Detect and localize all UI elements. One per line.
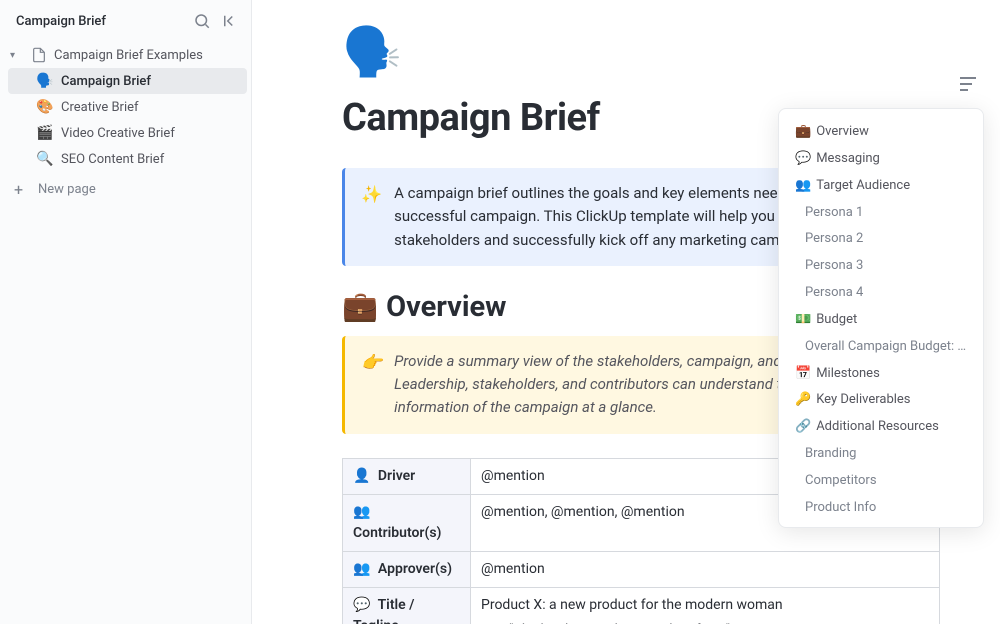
page-emoji-icon: 🎨 <box>36 99 54 115</box>
toc-label: Persona 4 <box>805 285 863 300</box>
table-row: 👥 Approver(s)@mention <box>343 551 940 587</box>
toc-emoji-icon: 📅 <box>795 366 811 381</box>
list-item: "The hardest-working product for X" <box>509 620 929 624</box>
toc-item[interactable]: 🔑 Key Deliverables <box>785 387 977 414</box>
table-label-cell: 👥 Contributor(s) <box>343 494 471 551</box>
table-row: 💬 Title / TaglineProduct X: a new produc… <box>343 587 940 624</box>
toc-item[interactable]: 💬 Messaging <box>785 146 977 173</box>
toc-label: Persona 2 <box>805 231 863 246</box>
page-tree: ▾ Campaign Brief Examples 🗣️Campaign Bri… <box>0 38 251 172</box>
page-emoji-icon: 🗣️ <box>36 73 54 89</box>
toc-label: Target Audience <box>816 178 910 193</box>
pointing-right-icon: 👉 <box>361 350 382 420</box>
toc-label: Budget <box>816 312 857 327</box>
toc-label: Persona 3 <box>805 258 863 273</box>
row-label: Contributor(s) <box>353 525 441 541</box>
tree-item-label: Video Creative Brief <box>61 126 175 141</box>
table-label-cell: 👥 Approver(s) <box>343 551 471 587</box>
row-label: Approver(s) <box>378 561 452 577</box>
tree-item-label: SEO Content Brief <box>61 152 164 167</box>
row-label: Driver <box>378 468 415 484</box>
tree-item-label: Creative Brief <box>61 100 139 115</box>
toc-label: Milestones <box>816 366 880 381</box>
table-value-cell[interactable]: Product X: a new product for the modern … <box>471 587 940 624</box>
toc-label: Key Deliverables <box>816 392 910 407</box>
toc-item[interactable]: 📅 Milestones <box>785 361 977 388</box>
toc-label: Overview <box>816 124 869 139</box>
toc-item[interactable]: 👥 Target Audience <box>785 173 977 200</box>
sidebar-child-item[interactable]: 🔍 SEO Content Brief <box>8 146 247 172</box>
search-icon[interactable] <box>193 12 211 30</box>
sidebar: Campaign Brief ▾ Campaign Brief Examples… <box>0 0 252 624</box>
page-emoji-icon: 🎬 <box>36 125 54 141</box>
row-emoji-icon: 👥 <box>353 504 370 520</box>
main-content: 💼 Overview 💬 Messaging 👥 Target Audience Perso… <box>252 0 1000 624</box>
sparkles-icon: ✨ <box>361 182 382 252</box>
briefcase-icon: 💼 <box>342 290 378 324</box>
toc-item[interactable]: 🔗 Additional Resources <box>785 414 977 441</box>
tree-item-label: Campaign Brief <box>61 74 151 89</box>
toc-emoji-icon: 🔑 <box>795 392 811 407</box>
toc-item[interactable]: Creative Assets <box>785 522 977 528</box>
sidebar-child-item[interactable]: 🗣️ Campaign Brief <box>8 68 247 94</box>
toc-label: Creative Assets <box>805 527 895 528</box>
table-value-cell[interactable]: @mention <box>471 551 940 587</box>
tree-item-label: Campaign Brief Examples <box>54 48 203 63</box>
toc-item[interactable]: 💼 Overview <box>785 119 977 146</box>
page-emoji[interactable]: 🗣️ <box>342 28 940 76</box>
bullet-list: "The hardest-working product for X""The … <box>509 620 929 624</box>
toc-emoji-icon: 💵 <box>795 312 811 327</box>
table-label-cell: 💬 Title / Tagline <box>343 587 471 624</box>
new-page-button[interactable]: + New page <box>0 172 251 207</box>
new-page-label: New page <box>38 182 96 197</box>
toc-label: Additional Resources <box>816 419 939 434</box>
table-label-cell: 👤 Driver <box>343 458 471 494</box>
row-emoji-icon: 👥 <box>353 561 370 577</box>
caret-down-icon: ▾ <box>10 50 24 61</box>
tree-parent-item[interactable]: ▾ Campaign Brief Examples <box>8 42 247 68</box>
toc-label: Branding <box>805 446 856 461</box>
row-emoji-icon: 💬 <box>353 597 370 613</box>
toc-label: Competitors <box>805 473 877 488</box>
page-emoji-icon: 🔍 <box>36 151 54 167</box>
toc-label: Product Info <box>805 500 876 515</box>
toc-item[interactable]: Competitors <box>785 468 977 495</box>
toc-emoji-icon: 🔗 <box>795 419 811 434</box>
toc-emoji-icon: 👥 <box>795 178 811 193</box>
plus-icon: + <box>14 180 28 199</box>
toc-item[interactable]: Persona 3 <box>785 253 977 280</box>
toc-label: Overall Campaign Budget: $3,… <box>805 339 977 354</box>
toc-item[interactable]: Product Info <box>785 495 977 522</box>
sidebar-header: Campaign Brief <box>0 8 251 38</box>
toc-label: Persona 1 <box>805 205 863 220</box>
toc-item[interactable]: Branding <box>785 441 977 468</box>
sidebar-child-item[interactable]: 🎨 Creative Brief <box>8 94 247 120</box>
toc-emoji-icon: 💬 <box>795 151 811 166</box>
collapse-sidebar-icon[interactable] <box>221 12 239 30</box>
toc-label: Messaging <box>816 151 880 166</box>
table-of-contents: 💼 Overview 💬 Messaging 👥 Target Audience Perso… <box>778 108 984 528</box>
toc-toggle-icon[interactable] <box>956 72 980 96</box>
toc-item[interactable]: 💵 Budget <box>785 307 977 334</box>
toc-item[interactable]: Persona 2 <box>785 226 977 253</box>
toc-item[interactable]: Overall Campaign Budget: $3,… <box>785 334 977 361</box>
sidebar-child-item[interactable]: 🎬 Video Creative Brief <box>8 120 247 146</box>
row-emoji-icon: 👤 <box>353 468 370 484</box>
workspace-title: Campaign Brief <box>16 14 106 29</box>
toc-item[interactable]: Persona 4 <box>785 280 977 307</box>
toc-emoji-icon: 💼 <box>795 124 811 139</box>
document-icon <box>31 47 47 63</box>
toc-item[interactable]: Persona 1 <box>785 200 977 227</box>
